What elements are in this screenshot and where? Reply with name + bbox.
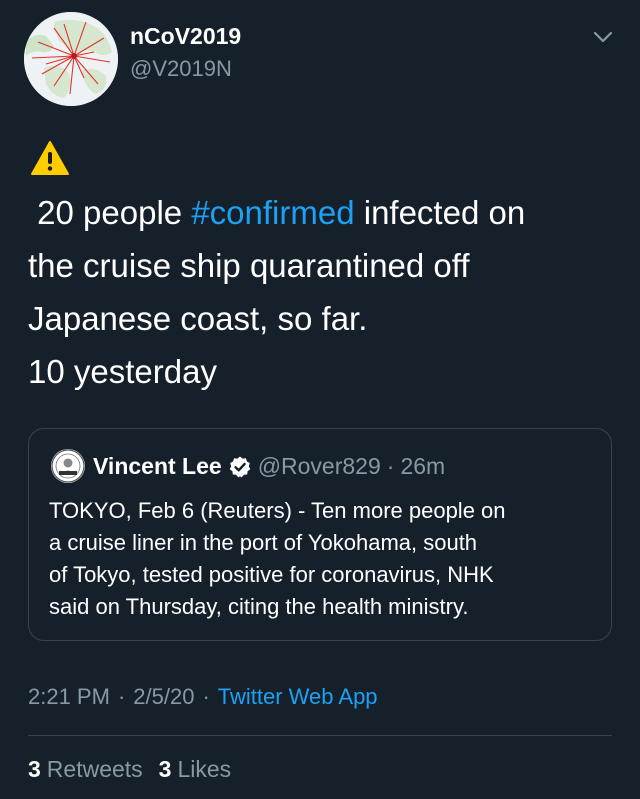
verified-badge-icon	[229, 456, 250, 477]
quoted-author-avatar[interactable]	[51, 449, 85, 483]
retweets-label: Retweets	[46, 756, 143, 782]
quoted-tweet-body: TOKYO, Feb 6 (Reuters) - Ten more people…	[49, 495, 599, 623]
divider	[28, 735, 612, 736]
likes-stat[interactable]: 3 Likes	[159, 756, 232, 782]
engagement-stats: 3 Retweets 3 Likes	[28, 756, 231, 783]
likes-label: Likes	[177, 756, 232, 782]
seal-avatar-icon	[51, 449, 85, 483]
warning-sign-icon	[31, 141, 69, 175]
hashtag-link[interactable]: #confirmed	[191, 194, 354, 231]
tweet-line: 10 yesterday	[28, 353, 217, 390]
chevron-down-icon[interactable]	[590, 24, 616, 50]
tweet-line: Japanese coast, so far.	[28, 300, 368, 337]
author-avatar[interactable]	[24, 12, 118, 106]
quoted-tweet-header: Vincent Lee @Rover829 · 26m	[93, 453, 445, 480]
tweet-time[interactable]: 2:21 PM	[28, 684, 110, 709]
tweet-metadata: 2:21 PM · 2/5/20 · Twitter Web App	[28, 684, 378, 710]
tweet-text-segment: 20 people	[28, 194, 192, 231]
author-display-name[interactable]: nCoV2019	[130, 23, 241, 50]
quoted-author-handle[interactable]: @Rover829	[258, 453, 381, 480]
world-map-avatar-icon	[24, 12, 118, 106]
likes-count: 3	[158, 756, 172, 782]
tweet-line: the cruise ship quarantined off	[28, 247, 470, 284]
separator-dot: ·	[117, 684, 126, 709]
tweet-date[interactable]: 2/5/20	[133, 684, 194, 709]
separator-dot: ·	[386, 453, 395, 479]
retweets-count: 3	[28, 756, 41, 782]
author-handle[interactable]: @V2019N	[130, 56, 232, 82]
tweet-text: 20 people #confirmed infected on the cru…	[28, 186, 618, 398]
quoted-author-name[interactable]: Vincent Lee	[93, 453, 222, 480]
quoted-body-line: of Tokyo, tested positive for coronaviru…	[49, 562, 494, 587]
quoted-tweet-time[interactable]: 26m	[400, 453, 445, 480]
tweet-text-segment: infected on	[354, 194, 526, 231]
tweet-line: 20 people #confirmed infected on	[28, 186, 618, 239]
quoted-body-line: a cruise liner in the port of Yokohama, …	[49, 530, 478, 555]
retweets-stat[interactable]: 3 Retweets	[28, 756, 143, 782]
quoted-body-line: said on Thursday, citing the health mini…	[49, 594, 469, 619]
tweet-source-link[interactable]: Twitter Web App	[218, 684, 378, 709]
separator-dot: ·	[202, 684, 210, 709]
quoted-body-line: TOKYO, Feb 6 (Reuters) - Ten more people…	[49, 498, 506, 523]
quoted-tweet-card[interactable]: Vincent Lee @Rover829 · 26m TOKYO, Feb 6…	[28, 428, 612, 641]
